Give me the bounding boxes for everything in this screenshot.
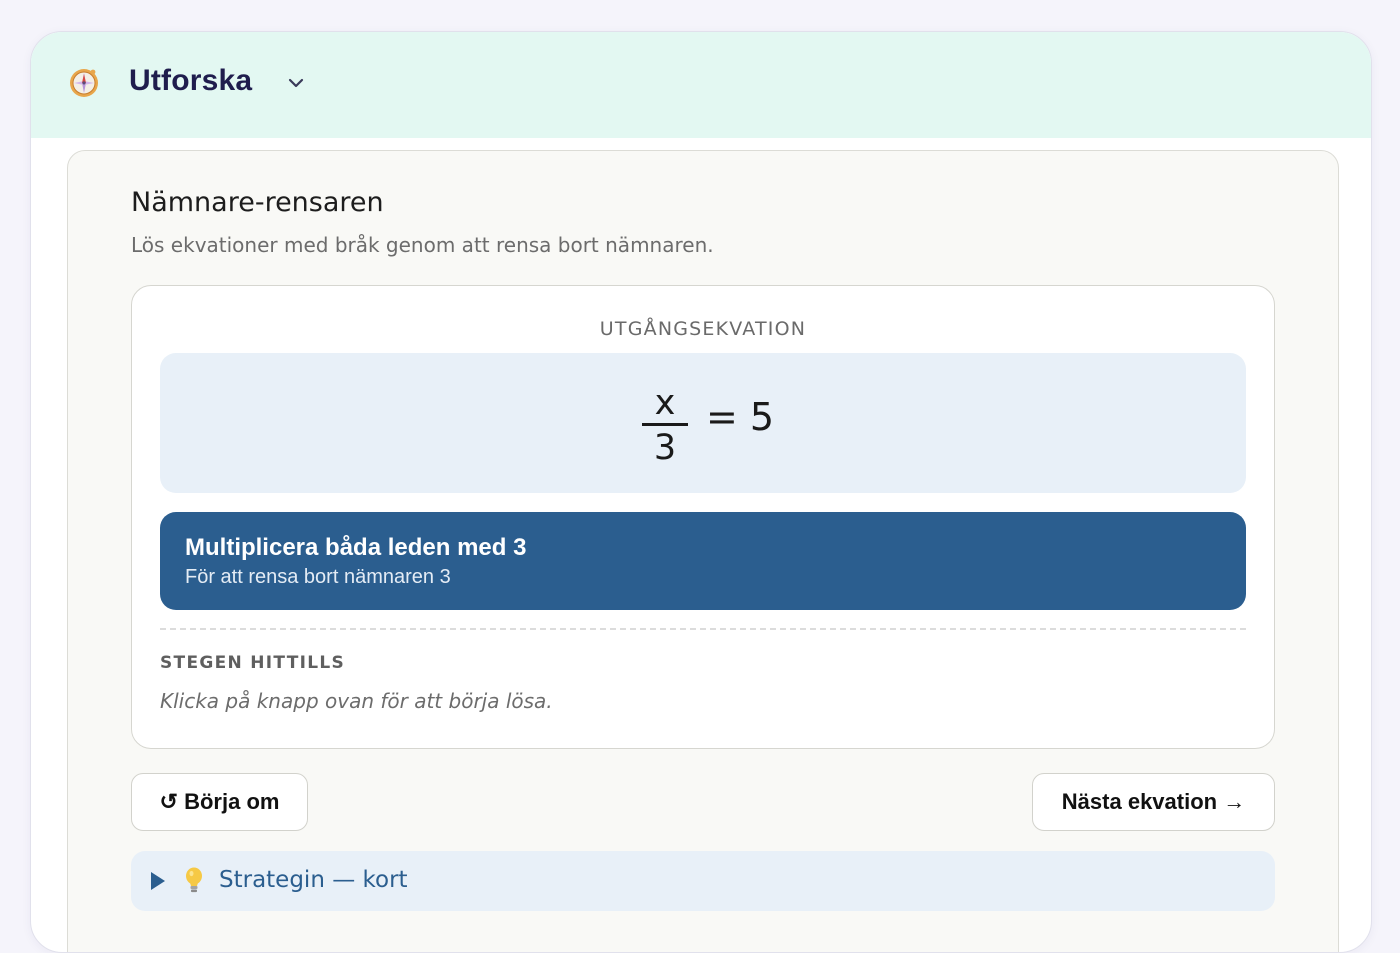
equation-label: UTGÅNGSEKVATION: [599, 318, 807, 340]
equation-card: UTGÅNGSEKVATION x 3 = 5 Multiplicera båd…: [131, 285, 1275, 749]
fraction-numerator: x: [654, 383, 676, 423]
steps-empty-message: Klicka på knapp ovan för att börja lösa.: [160, 689, 553, 713]
step-button-title: Multiplicera båda leden med 3: [185, 534, 527, 561]
restart-button[interactable]: ↺ Börja om: [131, 773, 308, 831]
equation-rhs: = 5: [706, 395, 775, 439]
exercise-panel: Nämnare-rensaren Lös ekvationer med bråk…: [67, 150, 1339, 952]
lightbulb-icon: [186, 867, 202, 893]
dashed-divider: [160, 628, 1246, 630]
steps-heading: STEGEN HITTILLS: [160, 653, 346, 673]
exercise-title: Nämnare-rensaren: [131, 187, 384, 218]
strategy-disclosure[interactable]: Strategin — kort: [131, 851, 1275, 911]
disclosure-triangle-icon: [151, 872, 165, 890]
multiply-both-sides-button[interactable]: Multiplicera båda leden med 3 För att re…: [160, 512, 1246, 610]
strategy-label: Strategin — kort: [219, 867, 408, 893]
next-equation-button[interactable]: Nästa ekvation →: [1032, 773, 1275, 831]
equation-display: x 3 = 5: [160, 353, 1246, 493]
app-card: Utforska Nämnare-rensaren Lös ekvationer…: [30, 31, 1372, 953]
header: Utforska: [31, 32, 1371, 138]
compass-icon: [70, 69, 98, 97]
exercise-subtitle: Lös ekvationer med bråk genom att rensa …: [131, 233, 714, 257]
fraction-denominator: 3: [653, 428, 677, 468]
step-button-subtitle: För att rensa bort nämnaren 3: [185, 566, 451, 588]
fraction: x 3: [642, 383, 688, 470]
header-title: Utforska: [129, 64, 253, 97]
chevron-down-icon[interactable]: [287, 76, 305, 90]
